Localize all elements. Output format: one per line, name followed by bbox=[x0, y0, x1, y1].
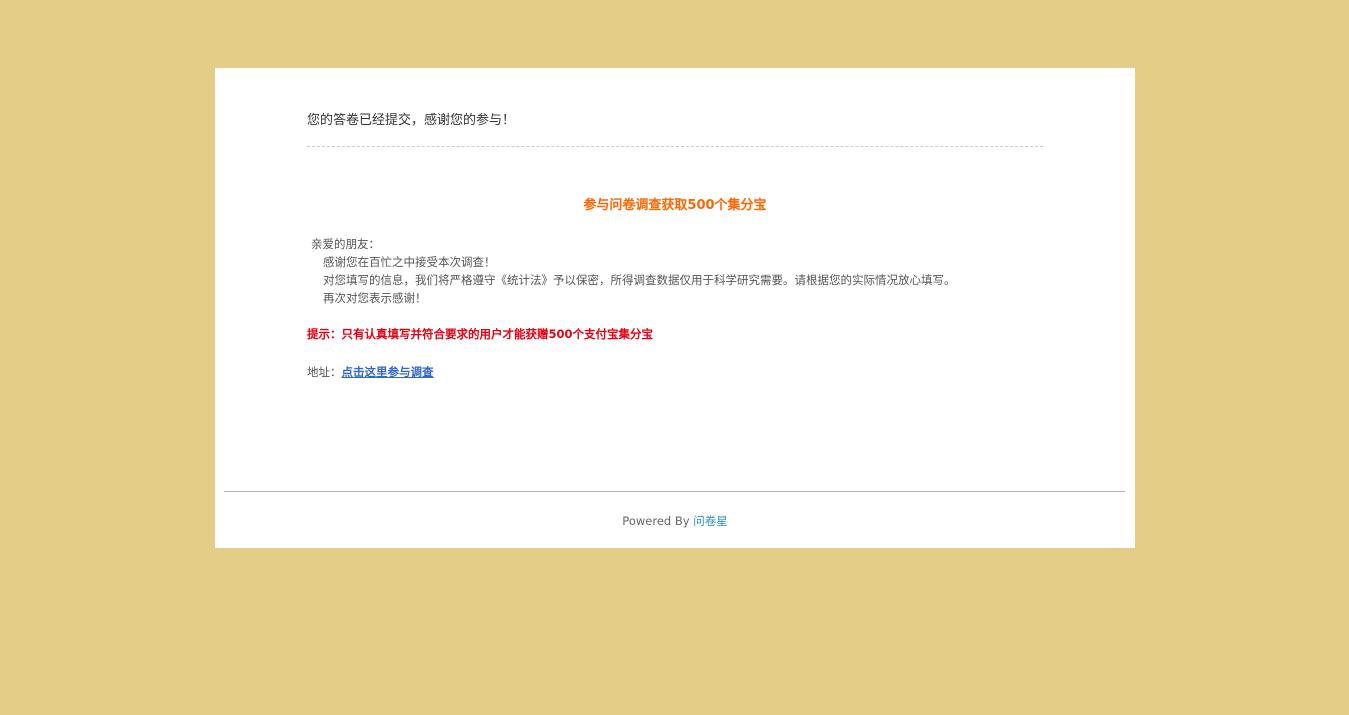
powered-by-label: Powered By bbox=[622, 514, 690, 528]
tip-notice: 提示：只有认真填写并符合要求的用户才能获赠500个支付宝集分宝 bbox=[307, 327, 654, 341]
result-card: 您的答卷已经提交，感谢您的参与！ 参与问卷调查获取500个集分宝 亲爱的朋友： … bbox=[215, 68, 1135, 548]
letter-greeting: 亲爱的朋友： bbox=[311, 237, 380, 251]
letter-paragraph-thanks: 感谢您在百忙之中接受本次调查！ bbox=[323, 255, 496, 269]
address-label: 地址： bbox=[307, 365, 342, 379]
letter-paragraph-privacy: 对您填写的信息，我们将严格遵守《统计法》予以保密，所得调查数据仅用于科学研究需要… bbox=[323, 273, 956, 287]
letter-paragraph-closing: 再次对您表示感谢！ bbox=[323, 291, 427, 305]
promo-title: 参与问卷调查获取500个集分宝 bbox=[583, 198, 767, 213]
submission-message: 您的答卷已经提交，感谢您的参与！ bbox=[307, 113, 516, 128]
dashed-divider bbox=[307, 146, 1043, 147]
brand-link[interactable]: 问卷星 bbox=[693, 514, 728, 528]
footer: Powered By 问卷星 bbox=[215, 513, 1135, 529]
survey-link[interactable]: 点击这里参与调查 bbox=[342, 365, 434, 379]
letter-body: 亲爱的朋友： 感谢您在百忙之中接受本次调查！ 对您填写的信息，我们将严格遵守《统… bbox=[307, 235, 956, 307]
footer-divider bbox=[224, 491, 1125, 492]
address-line: 地址：点击这里参与调查 bbox=[307, 364, 434, 380]
